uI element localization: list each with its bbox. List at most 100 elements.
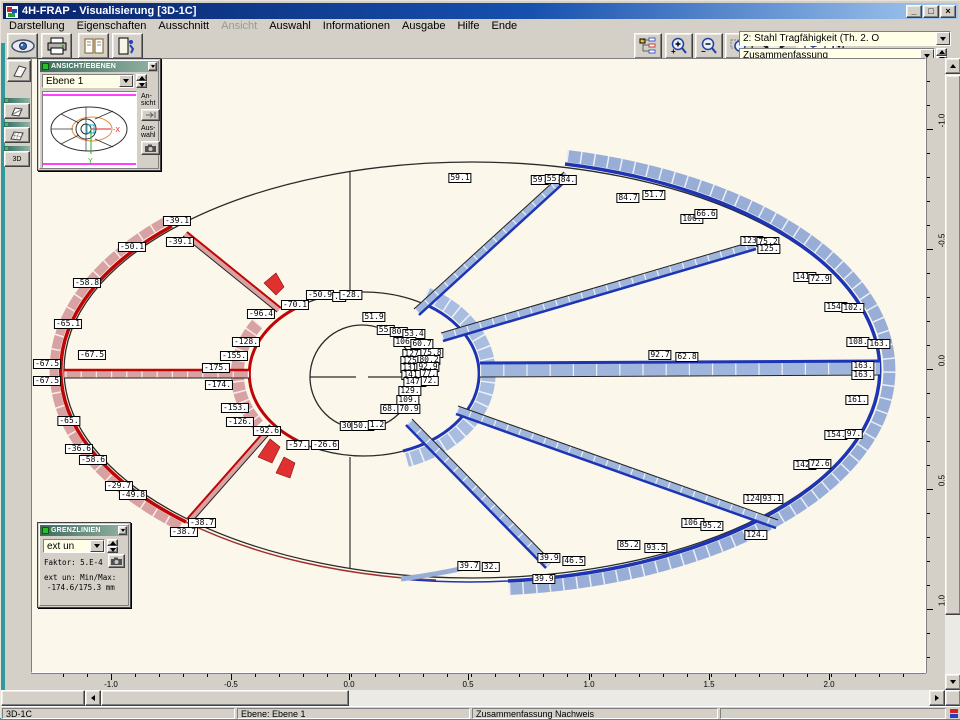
menu-item-eigenschaften[interactable]: Eigenschaften	[71, 20, 153, 33]
menu-item-ende[interactable]: Ende	[485, 20, 523, 33]
grenzlinien-combo-arrow[interactable]	[90, 540, 104, 552]
value-label: -126.	[226, 417, 254, 427]
grenzlinien-panel-titlebar[interactable]: GRENZLINIEN	[40, 525, 128, 536]
mini-panel-mesh[interactable]	[4, 122, 30, 143]
plan-preview[interactable]: -X Y	[42, 91, 137, 168]
grenzlinien-spinner[interactable]	[107, 539, 118, 553]
horizontal-scrollbar[interactable]	[1, 690, 945, 706]
menu-item-ausgabe[interactable]: Ausgabe	[396, 20, 451, 33]
zoom-in-button[interactable]: +	[665, 33, 693, 59]
auswahl-camera-button[interactable]	[141, 141, 160, 155]
ruler-tick	[567, 674, 568, 677]
ruler-tick	[375, 674, 376, 677]
close-button[interactable]: ×	[940, 5, 956, 18]
scroll-left-button[interactable]	[85, 690, 101, 706]
value-labels-layer: -39.1-39.1-50.1-58.8-65.1-67.5-67.5-67.5…	[32, 59, 925, 672]
ruler-label: 1.0	[576, 680, 602, 689]
ruler-tick	[159, 674, 160, 677]
status-model: 3D-1C	[2, 708, 235, 719]
ruler-tick	[207, 674, 208, 677]
vertical-scrollbar[interactable]	[945, 58, 960, 690]
grenzlinien-combo[interactable]: ext un	[43, 539, 105, 553]
print-button[interactable]	[41, 33, 72, 59]
grenzlinien-panel-close[interactable]	[118, 526, 127, 535]
minimize-button[interactable]: _	[906, 5, 922, 18]
status-result: Zusammenfassung Nachweis	[472, 708, 718, 719]
ruler-tick	[927, 225, 930, 226]
grenzlinien-panel[interactable]: GRENZLINIEN ext un Faktor: 5.E-4 ext un:…	[37, 522, 131, 608]
ansicht-panel-title: ANSICHT/EBENEN	[51, 63, 148, 70]
value-label: -70.1	[281, 300, 309, 310]
minmax-value: -174.6/175.3 mm	[47, 583, 115, 592]
ansicht-apply-button[interactable]	[141, 109, 160, 121]
maximize-button[interactable]: □	[923, 5, 939, 18]
scroll-up-button[interactable]	[945, 58, 960, 74]
loadcase-combo[interactable]: 2: Stahl Tragfähigkeit (Th. 2. O	[739, 31, 951, 46]
svg-text:−: −	[701, 47, 706, 55]
vertical-scroll-thumb[interactable]	[945, 75, 960, 615]
ebene-spinner[interactable]	[136, 74, 147, 88]
ruler-label: -0.5	[218, 680, 244, 689]
axis-x-label: -X	[113, 127, 120, 134]
value-label: -155.	[220, 351, 248, 361]
scroll-down-button[interactable]	[945, 674, 960, 690]
value-label: 66.6	[694, 209, 717, 219]
exit-button[interactable]	[112, 33, 143, 59]
horizontal-scroll-thumb[interactable]	[101, 690, 349, 706]
ruler-tick	[615, 674, 616, 677]
value-label: -28.	[339, 290, 362, 300]
ansicht-ebenen-panel[interactable]: ANSICHT/EBENEN Ebene 1	[37, 58, 161, 171]
loadcase-combo-arrow[interactable]	[936, 32, 950, 45]
value-label: 84.7	[616, 193, 639, 203]
ansicht-panel-close[interactable]	[148, 62, 157, 71]
mini-panel-plane[interactable]	[4, 98, 30, 119]
axis-y-label: Y	[88, 158, 93, 165]
ruler-tick-major	[927, 249, 933, 250]
value-label: 39.7	[457, 561, 480, 571]
ruler-tick	[927, 105, 930, 106]
mini-panel-3d[interactable]: 3D	[4, 146, 30, 167]
ansicht-panel-titlebar[interactable]: ANSICHT/EBENEN	[40, 61, 158, 72]
menu-item-ausschnitt[interactable]: Ausschnitt	[152, 20, 215, 33]
manual-button[interactable]	[78, 33, 109, 59]
ruler-tick	[279, 674, 280, 677]
value-label: -67.5	[33, 359, 61, 369]
mini-3d-label: 3D	[4, 151, 30, 167]
ruler-tick	[927, 441, 930, 442]
ruler-tick	[927, 465, 930, 466]
ruler-label: 0.0	[336, 680, 362, 689]
camera-icon	[144, 144, 157, 153]
ebene-combo[interactable]: Ebene 1	[42, 74, 134, 88]
grenzlinien-camera-button[interactable]	[108, 554, 125, 568]
ruler-tick	[927, 201, 930, 202]
value-label: 95.2	[700, 521, 723, 531]
menu-item-informationen[interactable]: Informationen	[317, 20, 396, 33]
ruler-tick	[927, 561, 930, 562]
drawing-canvas[interactable]: -39.1-39.1-50.1-58.8-65.1-67.5-67.5-67.5…	[31, 58, 926, 673]
value-label: 84.	[559, 175, 577, 185]
mini-panel-header	[4, 146, 30, 151]
value-label: -39.1	[166, 237, 194, 247]
ruler-label: -1.0	[98, 680, 124, 689]
plane-select-button[interactable]	[7, 60, 31, 82]
ebene-combo-value: Ebene 1	[43, 76, 119, 87]
ruler-tick	[687, 674, 688, 677]
menu-item-hilfe[interactable]: Hilfe	[451, 20, 485, 33]
menu-item-auswahl[interactable]: Auswahl	[263, 20, 317, 33]
ruler-label: 0.5	[455, 680, 481, 689]
ruler-tick-major	[927, 609, 933, 610]
ruler-tick	[519, 674, 520, 677]
zoom-out-button[interactable]: −	[695, 33, 723, 59]
ebene-combo-arrow[interactable]	[119, 75, 133, 87]
menu-item-darstellung[interactable]: Darstellung	[3, 20, 71, 33]
ruler-tick	[927, 417, 930, 418]
zoom-in-icon: +	[670, 37, 688, 55]
display-options-button[interactable]	[634, 33, 662, 59]
ruler-tick	[663, 674, 664, 677]
view-eye-button[interactable]	[7, 33, 38, 59]
ruler-tick	[879, 674, 880, 677]
horizontal-ruler: -1.0-0.50.00.51.01.52.0	[31, 673, 926, 690]
ruler-tick-major	[927, 129, 933, 130]
scroll-right-button[interactable]	[929, 690, 945, 706]
ruler-tick	[927, 657, 930, 658]
